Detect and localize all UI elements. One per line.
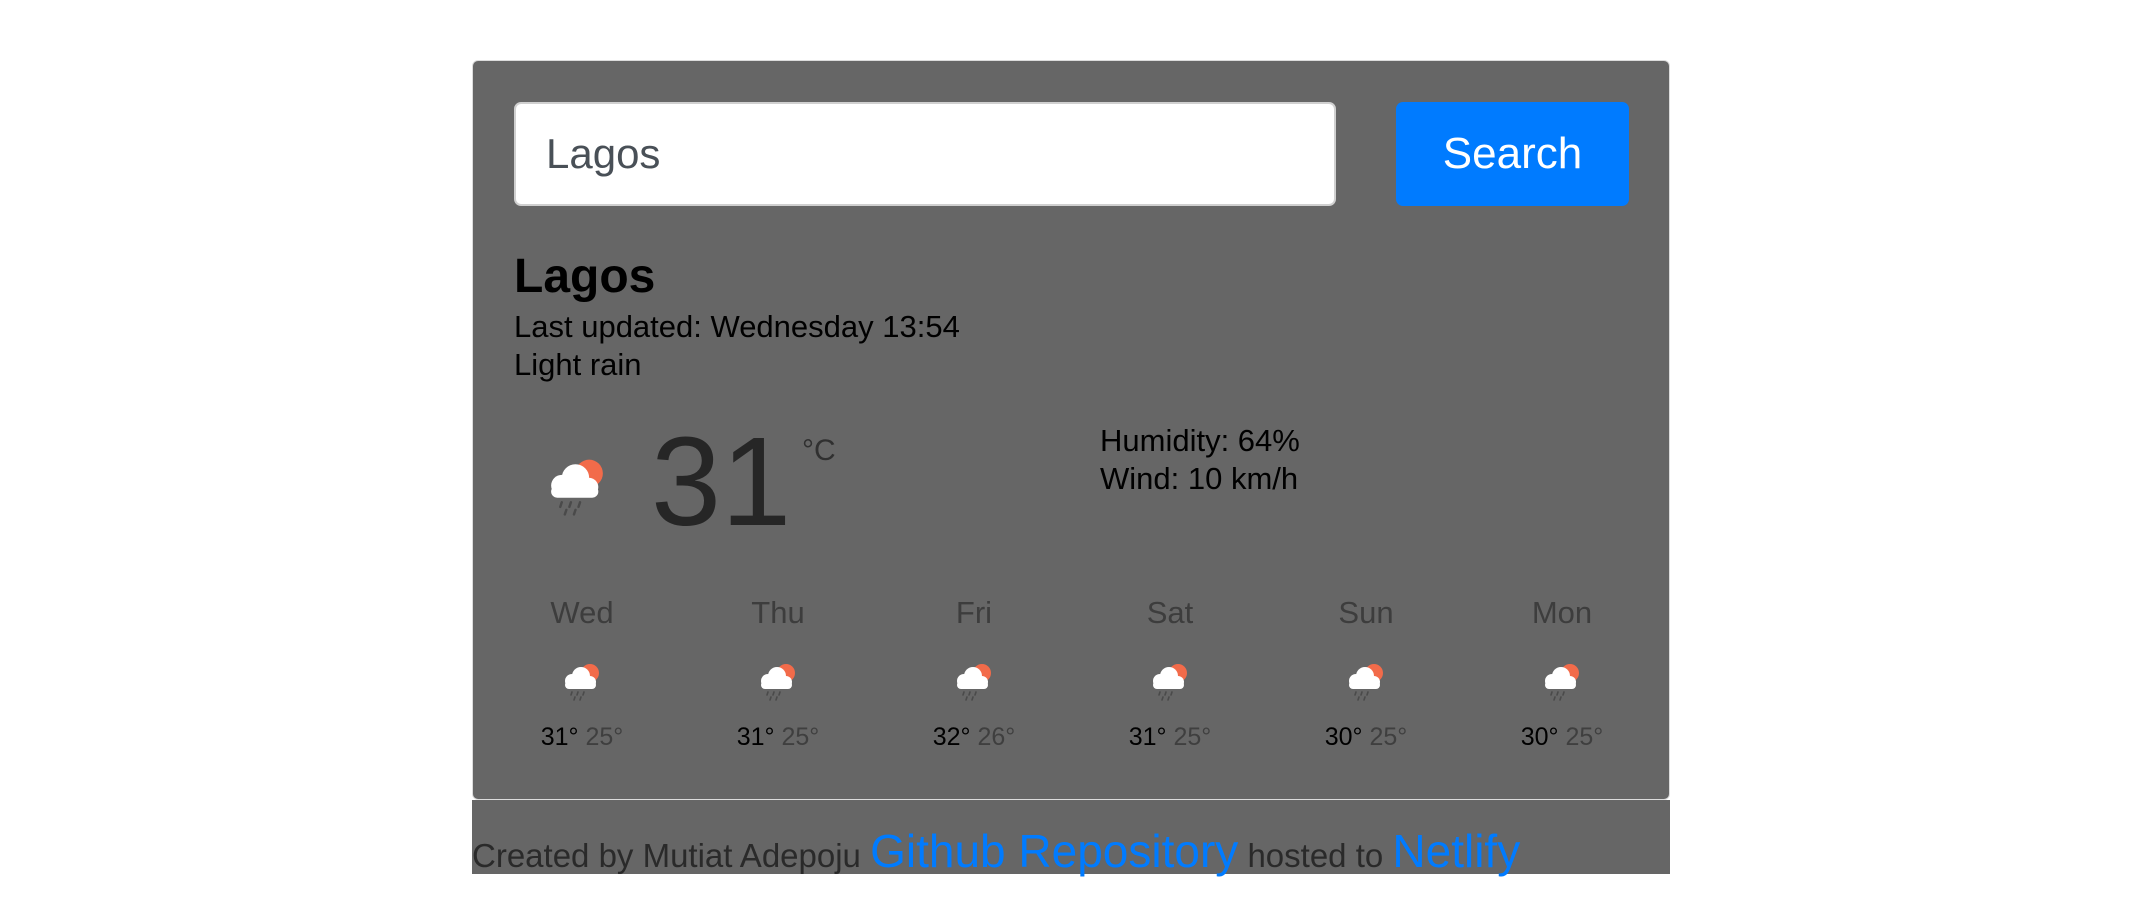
- forecast-day: Sun 30° 25°: [1286, 595, 1446, 752]
- light-rain-icon: [551, 459, 603, 516]
- forecast-day-name: Thu: [751, 595, 805, 630]
- forecast-day-name: Mon: [1531, 595, 1593, 630]
- forecast-max-temp: 31°: [540, 723, 579, 751]
- weather-description: Light rain: [514, 347, 642, 382]
- city-name: Lagos: [514, 250, 656, 303]
- forecast-min-temp: 26°: [977, 723, 1016, 751]
- forecast-max-temp: 30°: [1520, 723, 1559, 751]
- forecast-max-temp: 31°: [1128, 723, 1167, 751]
- forecast-day-name: Wed: [550, 595, 614, 630]
- light-rain-icon: [761, 664, 795, 701]
- light-rain-icon: [1349, 664, 1383, 701]
- netlify-link[interactable]: Netlify: [1392, 825, 1520, 877]
- forecast-max-temp: 30°: [1324, 723, 1363, 751]
- city-search-input[interactable]: [514, 102, 1336, 206]
- weather-app: Search Lagos Last updated: Wednesday 13:…: [0, 0, 2142, 912]
- forecast-day: Mon 30° 25°: [1482, 595, 1642, 752]
- forecast-min-temp: 25°: [781, 723, 820, 751]
- search-button[interactable]: Search: [1396, 102, 1629, 206]
- forecast-max-temp: 32°: [932, 723, 971, 751]
- footer-hosted-text: hosted to: [1247, 837, 1384, 874]
- forecast-day: Fri 32° 26°: [894, 595, 1054, 752]
- footer-credit: Created by Mutiat Adepoju: [472, 837, 861, 874]
- forecast-day-name: Sat: [1146, 595, 1194, 630]
- light-rain-icon: [957, 664, 991, 701]
- wind-speed: Wind: 10 km/h: [1100, 461, 1299, 496]
- forecast-max-temp: 31°: [736, 723, 775, 751]
- forecast-day: Sat 31° 25°: [1090, 595, 1250, 752]
- forecast-min-temp: 25°: [1565, 723, 1604, 751]
- light-rain-icon: [565, 664, 599, 701]
- forecast-min-temp: 25°: [585, 723, 624, 751]
- forecast-day-name: Sun: [1338, 595, 1394, 630]
- forecast-day: Wed 31° 25°: [502, 595, 662, 752]
- light-rain-icon: [1545, 664, 1579, 701]
- footer-text: Created by Mutiat Adepoju Github Reposit…: [472, 824, 1520, 878]
- forecast-day-name: Fri: [955, 595, 993, 630]
- footer: Created by Mutiat Adepoju Github Reposit…: [472, 800, 1670, 877]
- forecast-min-temp: 25°: [1369, 723, 1408, 751]
- weather-card: Search Lagos Last updated: Wednesday 13:…: [472, 60, 1670, 800]
- current-temperature: 31: [651, 411, 792, 552]
- temperature-unit[interactable]: °C: [802, 434, 836, 468]
- humidity: Humidity: 64%: [1100, 423, 1300, 458]
- forecast-min-temp: 25°: [1173, 723, 1212, 751]
- last-updated: Last updated: Wednesday 13:54: [514, 309, 960, 344]
- forecast-day: Thu 31° 25°: [698, 595, 858, 752]
- light-rain-icon: [1153, 664, 1187, 701]
- github-repository-link[interactable]: Github Repository: [870, 825, 1238, 877]
